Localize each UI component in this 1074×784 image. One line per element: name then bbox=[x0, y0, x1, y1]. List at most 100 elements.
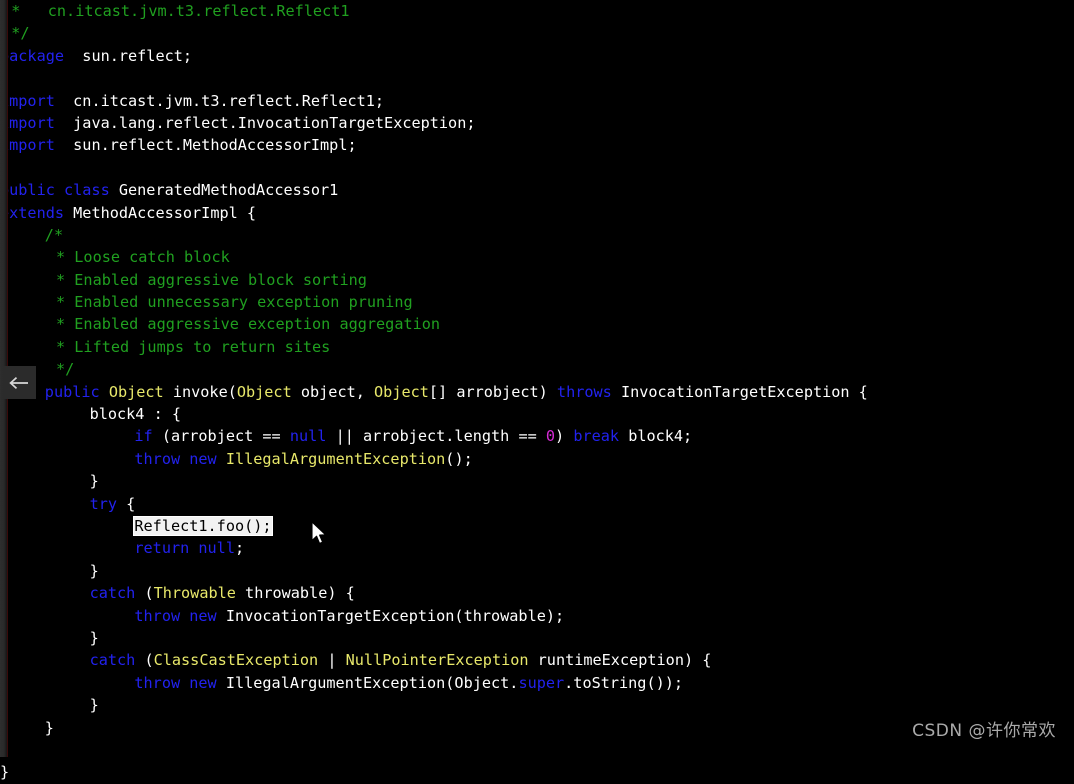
selected-code-text[interactable]: Reflect1.foo(); bbox=[134, 516, 272, 535]
code-keyword: import bbox=[0, 91, 55, 110]
code-line[interactable]: * Enabled aggressive block sorting bbox=[0, 269, 1074, 291]
code-line[interactable]: * Lifted jumps to return sites bbox=[0, 336, 1074, 358]
csdn-watermark: CSDN @许你常欢 bbox=[912, 721, 1056, 741]
code-line[interactable]: import cn.itcast.jvm.t3.reflect.Reflect1… bbox=[0, 90, 1074, 112]
code-text: block4; bbox=[619, 427, 693, 446]
code-comment: */ bbox=[56, 360, 75, 379]
code-editor-surface[interactable]: * cn.itcast.jvm.t3.reflect.Reflect1 */ pac… bbox=[0, 0, 1074, 781]
code-line[interactable]: import java.lang.reflect.InvocationTarge… bbox=[0, 112, 1074, 134]
code-line[interactable] bbox=[0, 739, 1074, 761]
code-number: 0 bbox=[545, 427, 556, 446]
code-keyword: throw new bbox=[134, 606, 217, 625]
code-text: (); bbox=[445, 449, 473, 468]
code-type: IllegalArgumentException bbox=[225, 449, 446, 468]
code-keyword: throw new bbox=[134, 673, 217, 692]
code-comment: * Enabled aggressive block sorting bbox=[56, 270, 367, 289]
code-comment: /* bbox=[44, 225, 64, 244]
code-line[interactable]: } bbox=[0, 627, 1074, 649]
code-text: object, bbox=[291, 382, 375, 401]
code-text: ( bbox=[135, 651, 154, 670]
code-comment: * Loose catch block bbox=[56, 248, 230, 267]
code-line[interactable]: throw new IllegalArgumentException(Objec… bbox=[0, 672, 1074, 694]
code-text: ) bbox=[555, 427, 574, 446]
back-button[interactable] bbox=[3, 366, 36, 399]
code-text: sun.reflect; bbox=[64, 46, 193, 65]
code-line[interactable]: catch (ClassCastException | NullPointerE… bbox=[0, 649, 1074, 671]
code-text: } bbox=[89, 472, 99, 491]
code-line[interactable]: } bbox=[0, 470, 1074, 492]
code-text: (arrobject == bbox=[152, 427, 290, 446]
code-text: { bbox=[117, 494, 136, 513]
code-line[interactable]: throw new InvocationTargetException(thro… bbox=[0, 605, 1074, 627]
code-line[interactable]: import sun.reflect.MethodAccessorImpl; bbox=[0, 134, 1074, 156]
code-text: } bbox=[44, 718, 54, 737]
code-text: IllegalArgumentException(Object. bbox=[216, 673, 519, 692]
code-text: .toString()); bbox=[564, 673, 684, 692]
code-line[interactable]: package sun.reflect; bbox=[0, 45, 1074, 67]
code-comment: * Enabled aggressive exception aggregati… bbox=[56, 315, 441, 334]
code-keyword: extends bbox=[0, 203, 65, 222]
code-text: runtimeException) { bbox=[528, 651, 712, 670]
code-comment: * cn.itcast.jvm.t3.reflect.Reflect1 bbox=[11, 2, 350, 20]
arrow-left-icon bbox=[9, 375, 30, 391]
code-comment: * Enabled unnecessary exception pruning bbox=[56, 293, 413, 312]
code-keyword: import bbox=[0, 136, 55, 155]
code-line[interactable]: } bbox=[0, 694, 1074, 716]
code-line[interactable]: * Enabled unnecessary exception pruning bbox=[0, 291, 1074, 313]
code-keyword: return null bbox=[134, 539, 235, 558]
code-line[interactable] bbox=[0, 67, 1074, 89]
code-line[interactable]: throw new IllegalArgumentException(); bbox=[0, 448, 1074, 470]
code-keyword: null bbox=[289, 427, 327, 446]
code-keyword: throws bbox=[556, 382, 612, 401]
code-line[interactable]: catch (Throwable throwable) { bbox=[0, 582, 1074, 604]
code-line[interactable]: */ bbox=[0, 22, 1074, 44]
code-line[interactable] bbox=[0, 157, 1074, 179]
code-type: ClassCastException bbox=[153, 651, 319, 670]
code-text: || arrobject.length == bbox=[326, 427, 546, 446]
code-text: MethodAccessorImpl { bbox=[64, 203, 257, 222]
code-text: | bbox=[318, 651, 346, 670]
code-text: } bbox=[0, 763, 10, 782]
code-text: cn.itcast.jvm.t3.reflect.Reflect1; bbox=[54, 91, 385, 110]
code-keyword: if bbox=[134, 427, 153, 446]
code-text: invoke( bbox=[163, 382, 237, 401]
code-line[interactable]: */ bbox=[0, 358, 1074, 380]
code-comment: */ bbox=[11, 24, 30, 43]
code-line[interactable]: } bbox=[0, 560, 1074, 582]
code-line[interactable]: /* bbox=[0, 224, 1074, 246]
code-line[interactable]: return null; bbox=[0, 537, 1074, 559]
code-text: } bbox=[89, 628, 99, 647]
code-line[interactable]: Reflect1.foo(); bbox=[0, 515, 1074, 537]
code-text: sun.reflect.MethodAccessorImpl; bbox=[54, 136, 357, 155]
code-line[interactable]: * Enabled aggressive exception aggregati… bbox=[0, 313, 1074, 335]
code-line[interactable]: block4 : { bbox=[0, 403, 1074, 425]
code-text: ( bbox=[135, 584, 154, 603]
code-keyword: import bbox=[0, 113, 55, 132]
code-type: Throwable bbox=[153, 584, 236, 603]
code-type: Object bbox=[108, 382, 164, 401]
code-text: java.lang.reflect.InvocationTargetExcept… bbox=[54, 113, 476, 132]
code-keyword: throw new bbox=[134, 449, 217, 468]
code-text: GeneratedMethodAccessor1 bbox=[109, 181, 339, 200]
code-keyword: super bbox=[518, 673, 565, 692]
code-type: Object bbox=[236, 382, 292, 401]
code-keyword: catch bbox=[89, 651, 136, 670]
code-keyword: public bbox=[44, 382, 100, 401]
code-line[interactable]: extends MethodAccessorImpl { bbox=[0, 202, 1074, 224]
code-line[interactable]: public Object invoke(Object object, Obje… bbox=[0, 381, 1074, 403]
code-line[interactable]: * Loose catch block bbox=[0, 246, 1074, 268]
code-text: ; bbox=[234, 539, 245, 558]
code-line[interactable]: if (arrobject == null || arrobject.lengt… bbox=[0, 425, 1074, 447]
code-type: NullPointerException bbox=[345, 651, 529, 670]
code-keyword: try bbox=[89, 494, 118, 513]
code-text: } bbox=[89, 561, 99, 580]
code-text: InvocationTargetException { bbox=[611, 382, 868, 401]
code-line[interactable]: } bbox=[0, 761, 1074, 783]
code-line[interactable]: public class GeneratedMethodAccessor1 bbox=[0, 179, 1074, 201]
code-line[interactable]: * cn.itcast.jvm.t3.reflect.Reflect1 bbox=[0, 0, 1074, 22]
code-line[interactable]: try { bbox=[0, 493, 1074, 515]
code-text: block4 : { bbox=[89, 405, 182, 424]
code-keyword: package bbox=[0, 46, 65, 65]
